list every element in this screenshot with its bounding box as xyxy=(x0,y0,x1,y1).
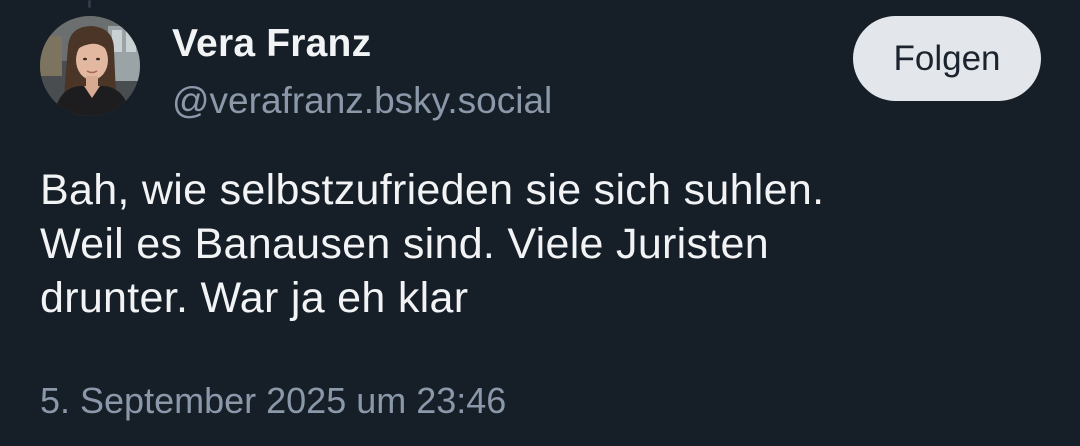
follow-button[interactable]: Folgen xyxy=(853,16,1041,101)
post-text-line: Bah, wie selbstzufrieden sie sich suhlen… xyxy=(40,166,825,214)
post-card: Vera Franz @verafranz.bsky.social Folgen… xyxy=(0,0,1080,446)
author-handle[interactable]: @verafranz.bsky.social xyxy=(172,80,552,122)
post-text-line: Weil es Banausen sind. Viele Juristen xyxy=(40,220,769,268)
thread-connector-line xyxy=(88,0,91,8)
post-text: Bah, wie selbstzufrieden sie sich suhlen… xyxy=(40,163,1050,325)
author-display-name[interactable]: Vera Franz xyxy=(172,22,371,66)
post-text-line: drunter. War ja eh klar xyxy=(40,274,469,322)
post-timestamp[interactable]: 5. September 2025 um 23:46 xyxy=(40,380,506,422)
avatar-photo-icon xyxy=(40,16,140,116)
avatar[interactable] xyxy=(40,16,140,116)
